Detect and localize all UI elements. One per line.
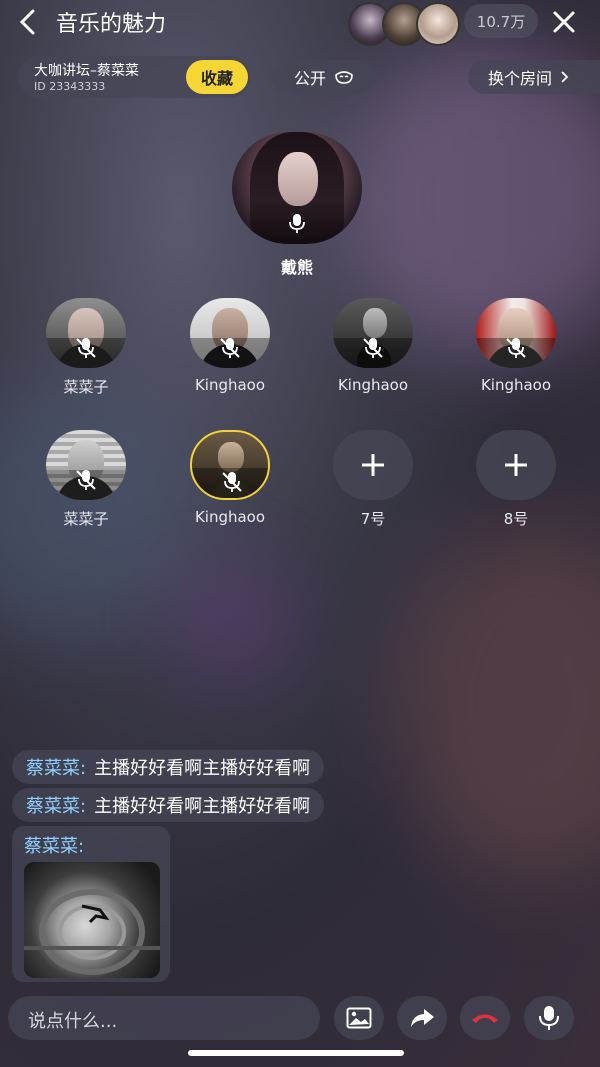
mic-off-icon: [506, 338, 526, 358]
close-icon: [553, 11, 575, 33]
host-avatar[interactable]: [232, 132, 362, 244]
chat-image[interactable]: [24, 862, 160, 978]
share-icon: [411, 1009, 434, 1027]
seat-avatar[interactable]: [333, 298, 413, 368]
change-room-button[interactable]: 换个房间: [468, 60, 600, 94]
seat-avatar[interactable]: [190, 298, 270, 368]
change-room-label: 换个房间: [488, 69, 553, 88]
mic-icon: [289, 214, 305, 233]
chat-text: 主播好好看啊主播好好看啊: [94, 758, 311, 779]
seat-name: 菜菜子: [63, 378, 109, 396]
room-title: 音乐的魅力: [56, 12, 167, 37]
mic-off-icon: [76, 470, 96, 490]
room-id: ID 23343333: [34, 80, 106, 93]
room-info-card: 大咖讲坛–蔡菜菜 ID 23343333 收藏: [18, 56, 250, 98]
seat-avatar[interactable]: [46, 298, 126, 368]
seat-name: Kinghaoo: [337, 376, 409, 394]
seat-avatar-speaking[interactable]: [190, 430, 270, 500]
seat-name: Kinghaoo: [194, 508, 266, 526]
mic-off-icon: [222, 472, 242, 492]
seat-name: Kinghaoo: [194, 376, 266, 394]
mic-icon: [539, 1006, 559, 1030]
seat-name: 7号: [360, 510, 386, 528]
audience-count[interactable]: 10.7万: [464, 4, 538, 38]
add-seat-button[interactable]: [476, 430, 556, 500]
chevron-right-icon: [561, 71, 569, 83]
image-button[interactable]: [334, 996, 384, 1040]
host-name: 戴熊: [280, 258, 313, 277]
chat-image-message: 蔡菜菜:: [12, 826, 170, 982]
mic-off-icon: [76, 338, 96, 358]
plus-icon: [505, 454, 527, 476]
mic-button[interactable]: [524, 996, 574, 1040]
mic-off-icon: [220, 338, 240, 358]
chat-message: 蔡菜菜: 主播好好看啊主播好好看啊: [12, 788, 325, 822]
seat-name: 菜菜子: [63, 510, 109, 528]
chat-username[interactable]: 蔡菜菜:: [26, 792, 86, 818]
seat-avatar[interactable]: [46, 430, 126, 500]
mic-off-icon: [363, 338, 383, 358]
seat-avatar[interactable]: [476, 298, 556, 368]
chat-message: 蔡菜菜: 主播好好看啊主播好好看啊: [12, 750, 325, 784]
plus-icon: [362, 454, 384, 476]
audience-avatars[interactable]: [348, 2, 460, 46]
favorite-button[interactable]: 收藏: [186, 60, 248, 94]
close-button[interactable]: [548, 6, 580, 38]
chat-input[interactable]: 说点什么...: [8, 996, 320, 1040]
chat-text: 主播好好看啊主播好好看啊: [94, 796, 311, 817]
public-label: 公开: [293, 69, 326, 88]
home-indicator[interactable]: [188, 1050, 404, 1056]
chat-username[interactable]: 蔡菜菜:: [24, 832, 84, 858]
chat-username[interactable]: 蔡菜菜:: [26, 754, 86, 780]
back-icon: [19, 9, 35, 35]
chat-input-placeholder: 说点什么...: [28, 1011, 118, 1032]
seat-name: Kinghaoo: [480, 376, 552, 394]
mask-icon: [335, 71, 353, 84]
audience-avatar[interactable]: [416, 2, 460, 46]
add-seat-button[interactable]: [333, 430, 413, 500]
share-button[interactable]: [397, 996, 447, 1040]
room-name: 大咖讲坛–蔡菜菜: [34, 63, 139, 79]
seat-name: 8号: [503, 510, 529, 528]
top-bar: 音乐的魅力 10.7万: [0, 0, 600, 46]
back-button[interactable]: [10, 4, 46, 40]
hangup-button[interactable]: [460, 996, 510, 1040]
image-icon: [346, 1007, 372, 1029]
public-toggle-button[interactable]: 公开: [272, 60, 376, 94]
hangup-icon: [472, 1014, 498, 1023]
